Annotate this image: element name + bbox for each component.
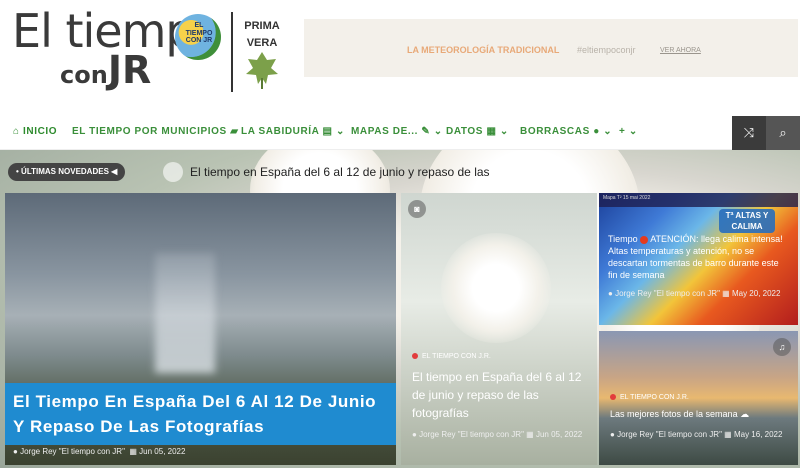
chevron-down-icon: ⌄: [335, 126, 345, 137]
nav-mapas[interactable]: MAPAS DE... ✎ ⌄: [351, 126, 443, 137]
season-line1: PRIMA: [244, 20, 280, 32]
post-meta: ● Jorge Rey "El tiempo con JR" ▦ May 16,…: [610, 428, 792, 441]
post-author[interactable]: Jorge Rey "El tiempo con JR": [419, 430, 524, 439]
calendar-icon: ▦: [129, 447, 137, 456]
post-author[interactable]: Jorge Rey "El tiempo con JR": [617, 430, 722, 439]
banner-hashtag: #eltiempoconjr: [577, 45, 636, 55]
banner-view-link[interactable]: VER AHORA: [660, 47, 701, 54]
post-title[interactable]: Tiempo ATENCIÓN: llega calima intensa! A…: [608, 233, 790, 281]
nav-mapas-label: MAPAS DE...: [351, 126, 418, 137]
content-area: • ÚLTIMAS NOVEDADES ◀ El tiempo en Españ…: [0, 150, 800, 468]
nav-datos[interactable]: DATOS ▦ ⌄: [446, 126, 509, 137]
chevron-down-icon: ⌄: [628, 126, 638, 137]
calendar-icon: ▦: [722, 289, 730, 298]
chevron-down-icon: ⌄: [433, 126, 443, 137]
post-meta: ● Jorge Rey "El tiempo con JR" ▦ Jun 05,…: [13, 447, 185, 456]
megaphone-icon: ◀: [111, 167, 118, 176]
post-category[interactable]: EL TIEMPO CON J.R.: [610, 394, 689, 401]
post-meta: ● Jorge Rey "El tiempo con JR" ▦ May 20,…: [608, 288, 790, 300]
post-author[interactable]: Jorge Rey "El tiempo con JR": [615, 289, 720, 298]
ticker-label: • ÚLTIMAS NOVEDADES ◀: [8, 163, 126, 181]
post-meta: ● Jorge Rey "El tiempo con JR" ▦ Jun 05,…: [412, 428, 592, 441]
post-author[interactable]: Jorge Rey "El tiempo con JR": [20, 447, 125, 456]
post-card[interactable]: ♫ EL TIEMPO CON J.R. Las mejores fotos d…: [599, 331, 798, 465]
ticker-headline[interactable]: El tiempo en España del 6 al 12 de junio…: [190, 165, 490, 179]
logo-line2: conJR: [60, 48, 151, 92]
home-icon: ⌂: [13, 126, 20, 137]
post-category-label: EL TIEMPO CON J.R.: [620, 394, 689, 401]
featured-post-card[interactable]: El Tiempo En España Del 6 Al 12 De Junio…: [5, 193, 396, 465]
post-date: Jun 05, 2022: [535, 430, 583, 439]
map-header: Mapa T² 15 mai 2022: [599, 193, 798, 207]
post-date: Jun 05, 2022: [139, 447, 186, 456]
leaf-icon: [246, 52, 278, 89]
ticker-thumb: [163, 162, 183, 182]
nav-home-label: INICIO: [23, 126, 58, 137]
nav-borrascas-label: BORRASCAS: [520, 126, 590, 137]
post-date: May 20, 2022: [731, 289, 781, 298]
nav-sabiduria[interactable]: LA SABIDURÍA ▤ ⌄: [241, 126, 345, 137]
calendar-icon: ▦: [526, 430, 534, 439]
post-card[interactable]: Mapa T² 15 mai 2022 Tª ALTAS Y CALIMA Ti…: [599, 193, 798, 325]
user-icon: ●: [610, 430, 615, 439]
season-line2: VERA: [246, 36, 278, 49]
post-date: May 16, 2022: [733, 430, 783, 439]
user-icon: ●: [13, 447, 18, 456]
post-title[interactable]: Las mejores fotos de la semana ☁: [610, 409, 749, 420]
nav-more[interactable]: + ⌄: [619, 126, 638, 137]
map-badge: Tª ALTAS Y CALIMA: [719, 209, 775, 233]
logo-con: con: [60, 61, 108, 89]
ticker-label-text: ÚLTIMAS NOVEDADES: [21, 167, 109, 176]
post-card[interactable]: ◙ EL TIEMPO CON J.R. El tiempo en España…: [401, 193, 597, 465]
nav-home[interactable]: ⌂ INICIO: [13, 126, 57, 137]
calendar-icon: ▦: [724, 430, 732, 439]
tractor-icon: ▰: [230, 126, 239, 137]
storm-image: [155, 253, 215, 373]
chevron-down-icon: ⌄: [603, 126, 613, 137]
bullet-icon: •: [16, 167, 19, 176]
post-title-text: Las mejores fotos de la semana: [610, 409, 738, 419]
music-icon: ♫: [773, 338, 791, 356]
post-category-label: EL TIEMPO CON J.R.: [422, 353, 491, 360]
nav-municipios[interactable]: EL TIEMPO POR MUNICIPIOS ▰: [72, 126, 238, 137]
nav-municipios-label: EL TIEMPO POR MUNICIPIOS: [72, 126, 227, 137]
search-icon: ⌕: [779, 125, 787, 140]
nav-sabiduria-label: LA SABIDURÍA: [241, 126, 320, 137]
promo-banner[interactable]: LA METEOROLOGÍA TRADICIONAL #eltiempocon…: [304, 19, 798, 77]
pin-icon: ✎: [421, 126, 431, 137]
site-header: El tiempo conJR EL TIEMPO CON JR PRIMA V…: [0, 0, 800, 116]
category-dot-icon: [610, 394, 616, 401]
blossom-image: [441, 233, 551, 343]
banner-title: LA METEOROLOGÍA TRADICIONAL: [407, 45, 560, 55]
season-label: PRIMA VERA: [240, 18, 284, 51]
logo-circle-text: EL TIEMPO CON JR: [185, 22, 213, 45]
camera-icon: ◙: [408, 200, 426, 218]
nav-datos-label: DATOS: [446, 126, 484, 137]
post-title[interactable]: El Tiempo En España Del 6 Al 12 De Junio…: [5, 383, 396, 445]
warning-dot-icon: [640, 235, 649, 244]
chart-icon: ▦: [486, 126, 497, 137]
logo-divider: [231, 12, 233, 92]
globe-icon: ●: [593, 126, 600, 137]
scroll-icon: ▤: [322, 126, 333, 137]
post-title[interactable]: El tiempo en España del 6 al 12 de junio…: [412, 368, 592, 422]
user-icon: ●: [412, 430, 417, 439]
post-title-prefix: Tiempo: [608, 234, 638, 244]
nav-more-label: +: [619, 126, 626, 137]
user-icon: ●: [608, 289, 613, 298]
main-nav: ⌂ INICIO EL TIEMPO POR MUNICIPIOS ▰ LA S…: [0, 116, 800, 150]
post-category[interactable]: EL TIEMPO CON J.R.: [412, 353, 491, 360]
logo-jr: JR: [107, 48, 152, 92]
cloud-icon: ☁: [740, 409, 750, 419]
shuffle-icon: ⤨: [743, 125, 755, 140]
nav-borrascas[interactable]: BORRASCAS ● ⌄: [520, 126, 612, 137]
random-post-button[interactable]: ⤨: [732, 116, 766, 150]
chevron-down-icon: ⌄: [499, 126, 509, 137]
category-dot-icon: [412, 353, 418, 360]
search-button[interactable]: ⌕: [766, 116, 800, 150]
